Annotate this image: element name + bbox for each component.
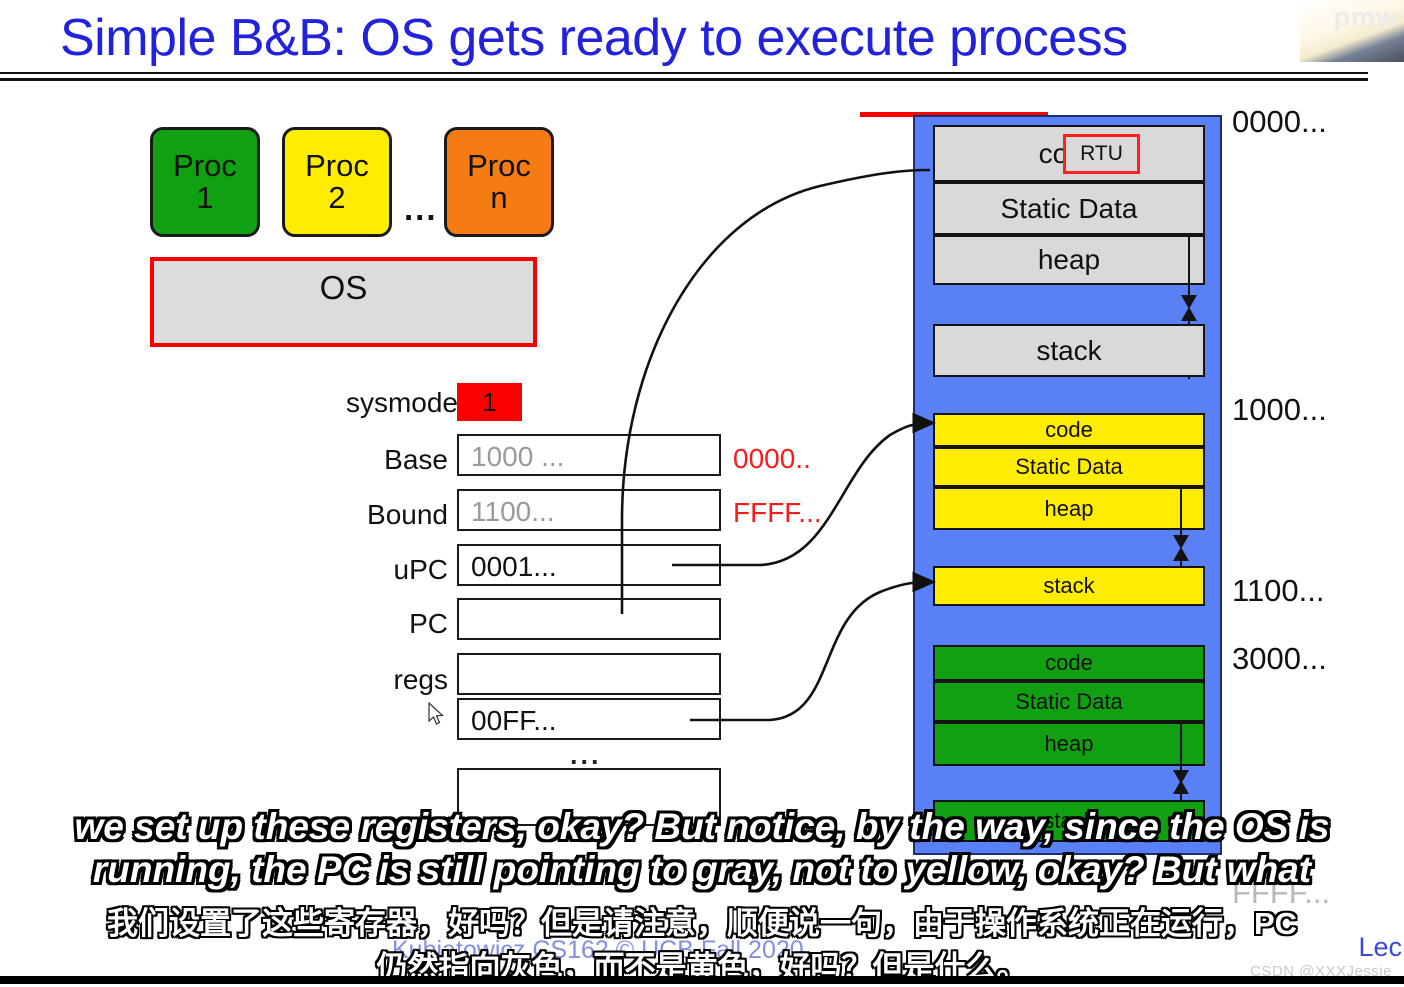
regs-field-row2[interactable]: 00FF... [457,698,721,740]
subtitle-english-line-2: running, the PC is still pointing to gra… [91,847,1313,892]
sysmode-value: 1 [482,386,497,417]
slide-canvas: pmw Simple B&B: OS gets ready to execute… [0,0,1404,985]
process-box-2: Proc 2 [282,127,392,237]
sysmode-value-box: 1 [457,383,522,421]
upc-label: uPC [393,554,448,585]
os-label: OS [319,269,368,306]
proc1-segment-heap: heap [933,722,1205,766]
proc2-segment-stack: stack [933,566,1205,606]
os-segment-heap: heap [933,235,1205,285]
proc2-heap-growth-line [1180,489,1182,539]
annotation-base-addr: 0000.. [733,443,811,474]
proc2-segment-heap: heap [933,487,1205,530]
process-box-1-name: Proc [173,148,237,184]
address-tick-1000: 1000... [1232,392,1327,427]
physical-memory-column: code Static Data heap stack RTU code Sta… [913,115,1222,855]
regs-ellipsis: ... [570,740,602,770]
address-tick-3000: 3000... [1232,641,1327,676]
rtu-badge: RTU [1063,134,1140,174]
process-ellipsis: ... [404,190,438,227]
address-tick-1100: 1100... [1232,573,1325,608]
process-box-2-name: Proc [305,148,369,184]
process-box-2-number: 2 [328,180,346,215]
page-title: Simple B&B: OS gets ready to execute pro… [60,9,1128,67]
pc-field[interactable] [457,598,721,640]
mouse-cursor-icon [428,702,444,725]
bound-label: Bound [367,499,448,530]
regs-field-row1[interactable] [457,653,721,695]
base-label: Base [384,444,448,475]
rtu-badge-label: RTU [1080,142,1123,165]
os-heap-growth-line [1188,237,1190,299]
proc1-segment-static-data: Static Data [933,681,1205,722]
subtitle-chinese-line-1: 我们设置了这些寄存器，好吗？但是请注意，顺便说一句，由于操作系统正在运行，PC [106,906,1298,941]
process-box-1: Proc 1 [150,127,260,237]
os-segment-static-data: Static Data [933,182,1205,235]
proc1-heap-growth-line [1180,724,1182,774]
process-box-1-number: 1 [196,180,214,215]
process-box-n-name: Proc [467,148,531,184]
os-segment-stack: stack [933,324,1205,377]
annotation-bound-addr: FFFF... [733,497,822,528]
os-box: OS [150,257,537,347]
header-divider-lower [0,78,1368,81]
upc-field[interactable]: 0001... [457,544,721,586]
bound-field[interactable]: 1100... [457,489,721,531]
sysmode-label: sysmode [345,387,458,418]
arrow-regs-to-proc2-stack [690,571,936,722]
pc-label: PC [409,608,448,639]
base-field[interactable]: 1000 ... [457,434,721,476]
corner-watermark-text: pmw [1333,2,1398,32]
bottom-letterbox-bar [0,976,1404,984]
header-divider-upper [0,72,1368,74]
process-box-n: Proc n [444,127,554,237]
subtitle-english-line-1: we set up these registers, okay? But not… [73,804,1332,849]
proc1-segment-code: code [933,645,1205,681]
proc2-segment-static-data: Static Data [933,447,1205,487]
address-tick-0000: 0000... [1232,104,1327,139]
regs-label: regs [393,664,448,695]
proc2-segment-code: code [933,413,1205,447]
process-box-n-number: n [490,180,508,215]
